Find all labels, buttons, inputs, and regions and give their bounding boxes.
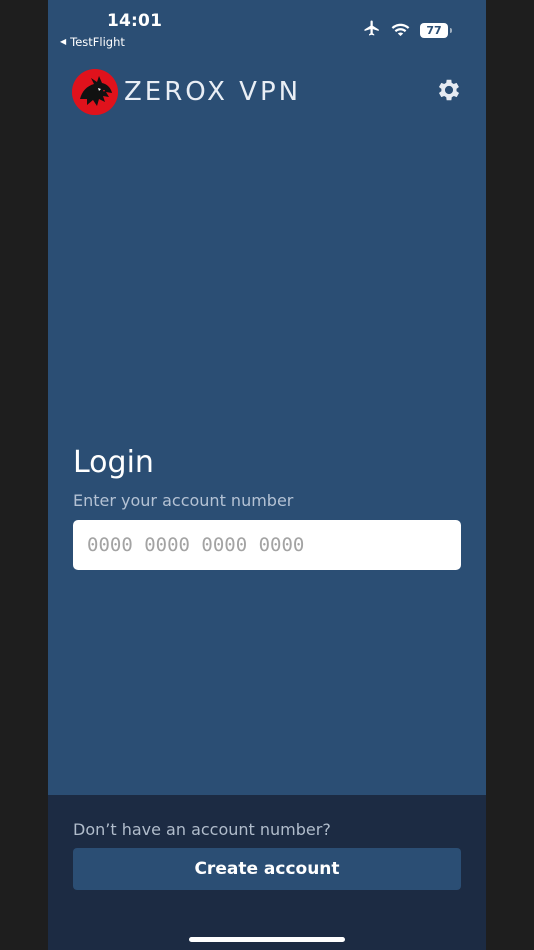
app-screen: 14:01 ◀ TestFlight 77 ZEROX VPN Login En… <box>48 0 486 950</box>
home-indicator[interactable] <box>189 937 345 942</box>
app-header: ZEROX VPN <box>72 69 464 115</box>
dragon-logo-icon <box>72 69 118 115</box>
airplane-mode-icon <box>363 19 381 41</box>
create-account-button[interactable]: Create account <box>73 848 461 890</box>
back-arrow-icon: ◀ <box>60 37 67 46</box>
login-title: Login <box>73 445 154 480</box>
wifi-icon <box>391 21 410 40</box>
brand-name: ZEROX VPN <box>124 77 302 107</box>
back-to-testflight-link[interactable]: ◀ TestFlight <box>60 35 125 49</box>
login-subtitle: Enter your account number <box>73 491 294 510</box>
battery-level: 77 <box>426 23 442 37</box>
create-account-footer: Don’t have an account number? Create acc… <box>48 795 486 950</box>
account-number-input[interactable] <box>73 520 461 570</box>
status-time: 14:01 <box>107 11 163 31</box>
settings-button[interactable] <box>434 77 464 107</box>
gear-icon <box>435 76 463 108</box>
battery-icon: 77 <box>420 22 452 38</box>
battery-cap <box>450 27 452 33</box>
back-app-label: TestFlight <box>70 35 125 49</box>
no-account-prompt: Don’t have an account number? <box>73 820 331 839</box>
status-icons: 77 <box>363 19 452 41</box>
